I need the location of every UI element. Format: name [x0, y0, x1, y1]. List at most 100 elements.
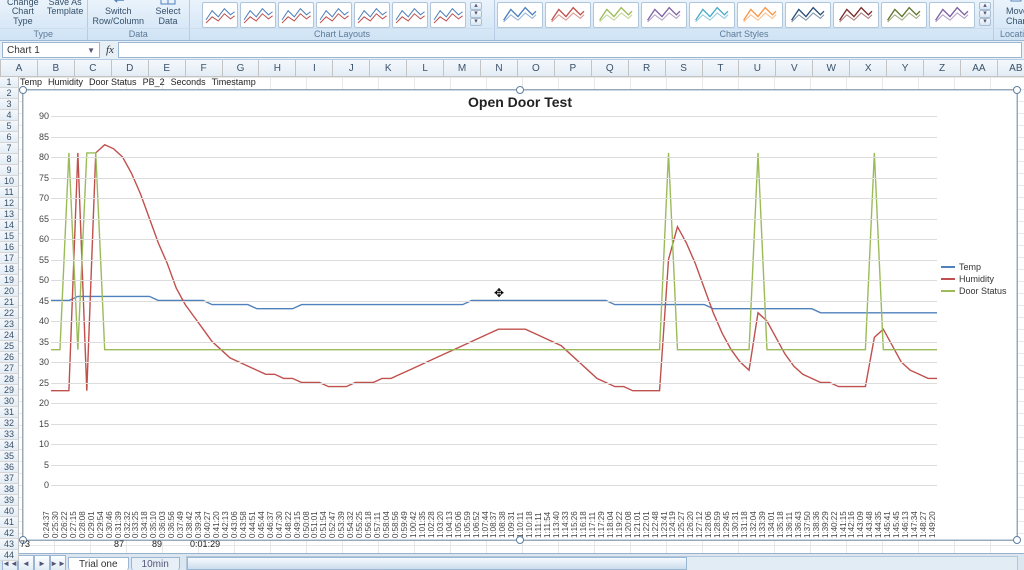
- layout-thumb-2[interactable]: [278, 2, 314, 28]
- row-header-41[interactable]: 41: [0, 517, 19, 528]
- row-header-19[interactable]: 19: [0, 275, 19, 286]
- column-header-B[interactable]: B: [38, 60, 75, 76]
- style-thumb-9[interactable]: [929, 2, 975, 28]
- row-header-37[interactable]: 37: [0, 473, 19, 484]
- row-header-34[interactable]: 34: [0, 440, 19, 451]
- gallery-more-icon[interactable]: ▾: [470, 18, 482, 26]
- chart-style-gallery[interactable]: ▴▾▾: [497, 2, 991, 28]
- row-header-30[interactable]: 30: [0, 396, 19, 407]
- row-header-1[interactable]: 1: [0, 77, 19, 88]
- row-header-10[interactable]: 10: [0, 176, 19, 187]
- chart-legend[interactable]: Temp Humidity Door Status: [941, 260, 1013, 298]
- row-header-14[interactable]: 14: [0, 220, 19, 231]
- column-header-Y[interactable]: Y: [887, 60, 924, 76]
- move-chart-button[interactable]: Move Chart: [996, 0, 1024, 28]
- tab-nav-next[interactable]: ►: [34, 555, 50, 570]
- legend-item-temp[interactable]: Temp: [941, 262, 1013, 272]
- row-header-40[interactable]: 40: [0, 506, 19, 517]
- sheet-tab-1[interactable]: 10min: [131, 557, 180, 570]
- name-box[interactable]: Chart 1 ▼: [2, 42, 100, 58]
- resize-handle[interactable]: [1013, 536, 1021, 544]
- row-header-32[interactable]: 32: [0, 418, 19, 429]
- column-header-O[interactable]: O: [518, 60, 555, 76]
- row-header-24[interactable]: 24: [0, 330, 19, 341]
- row-header-2[interactable]: 2: [0, 88, 19, 99]
- legend-item-humidity[interactable]: Humidity: [941, 274, 1013, 284]
- layout-thumb-6[interactable]: [430, 2, 466, 28]
- chart-layout-gallery[interactable]: ▴▾▾: [202, 2, 482, 28]
- column-header-T[interactable]: T: [703, 60, 740, 76]
- column-header-V[interactable]: V: [776, 60, 813, 76]
- row-header-8[interactable]: 8: [0, 154, 19, 165]
- column-header-D[interactable]: D: [112, 60, 149, 76]
- style-thumb-1[interactable]: [545, 2, 591, 28]
- gallery-up-icon[interactable]: ▴: [470, 2, 482, 10]
- change-chart-type-button[interactable]: Change Chart Type: [2, 0, 44, 28]
- tab-nav-last[interactable]: ►►: [50, 555, 66, 570]
- column-header-F[interactable]: F: [186, 60, 223, 76]
- row-header-12[interactable]: 12: [0, 198, 19, 209]
- row-header-39[interactable]: 39: [0, 495, 19, 506]
- column-header-Z[interactable]: Z: [924, 60, 961, 76]
- row-header-7[interactable]: 7: [0, 143, 19, 154]
- layout-thumb-3[interactable]: [316, 2, 352, 28]
- legend-item-door-status[interactable]: Door Status: [941, 286, 1013, 296]
- formula-input[interactable]: [118, 42, 1022, 58]
- row-header-5[interactable]: 5: [0, 121, 19, 132]
- row-header-6[interactable]: 6: [0, 132, 19, 143]
- column-header-U[interactable]: U: [739, 60, 776, 76]
- tab-nav-prev[interactable]: ◄: [18, 555, 34, 570]
- style-thumb-5[interactable]: [737, 2, 783, 28]
- column-header-M[interactable]: M: [444, 60, 481, 76]
- column-header-H[interactable]: H: [259, 60, 296, 76]
- embedded-chart[interactable]: Open Door Test ✥ 05101520253035404550556…: [22, 89, 1018, 541]
- row-header-29[interactable]: 29: [0, 385, 19, 396]
- layout-thumb-1[interactable]: [240, 2, 276, 28]
- column-header-L[interactable]: L: [407, 60, 444, 76]
- column-header-I[interactable]: I: [296, 60, 333, 76]
- column-header-X[interactable]: X: [850, 60, 887, 76]
- style-thumb-3[interactable]: [641, 2, 687, 28]
- gallery-up-icon[interactable]: ▴: [979, 2, 991, 10]
- row-header-11[interactable]: 11: [0, 187, 19, 198]
- gallery-down-icon[interactable]: ▾: [979, 10, 991, 18]
- select-data-button[interactable]: Select Data: [149, 0, 187, 28]
- resize-handle[interactable]: [1013, 86, 1021, 94]
- style-thumb-8[interactable]: [881, 2, 927, 28]
- column-header-A[interactable]: A: [1, 60, 38, 76]
- column-header-W[interactable]: W: [813, 60, 850, 76]
- column-header-E[interactable]: E: [149, 60, 186, 76]
- style-thumb-4[interactable]: [689, 2, 735, 28]
- style-thumb-0[interactable]: [497, 2, 543, 28]
- style-thumb-2[interactable]: [593, 2, 639, 28]
- column-header-C[interactable]: C: [75, 60, 112, 76]
- column-header-AB[interactable]: AB: [998, 60, 1024, 76]
- row-header-18[interactable]: 18: [0, 264, 19, 275]
- layout-thumb-5[interactable]: [392, 2, 428, 28]
- row-header-16[interactable]: 16: [0, 242, 19, 253]
- column-header-N[interactable]: N: [481, 60, 518, 76]
- row-header-33[interactable]: 33: [0, 429, 19, 440]
- column-header-R[interactable]: R: [629, 60, 666, 76]
- row-header-31[interactable]: 31: [0, 407, 19, 418]
- row-header-42[interactable]: 42: [0, 528, 19, 539]
- column-header-P[interactable]: P: [555, 60, 592, 76]
- layout-thumb-4[interactable]: [354, 2, 390, 28]
- series-temp[interactable]: [51, 296, 937, 312]
- sheet-tab-active[interactable]: Trial one: [68, 557, 129, 570]
- row-header-35[interactable]: 35: [0, 451, 19, 462]
- row-header-9[interactable]: 9: [0, 165, 19, 176]
- style-thumb-6[interactable]: [785, 2, 831, 28]
- row-header-26[interactable]: 26: [0, 352, 19, 363]
- row-header-25[interactable]: 25: [0, 341, 19, 352]
- column-header-G[interactable]: G: [223, 60, 260, 76]
- row-header-22[interactable]: 22: [0, 308, 19, 319]
- column-header-S[interactable]: S: [666, 60, 703, 76]
- row-header-44[interactable]: 44: [0, 550, 19, 561]
- row-header-17[interactable]: 17: [0, 253, 19, 264]
- row-header-36[interactable]: 36: [0, 462, 19, 473]
- series-humidity[interactable]: [51, 145, 937, 391]
- row-header-4[interactable]: 4: [0, 110, 19, 121]
- column-header-Q[interactable]: Q: [592, 60, 629, 76]
- row-header-21[interactable]: 21: [0, 297, 19, 308]
